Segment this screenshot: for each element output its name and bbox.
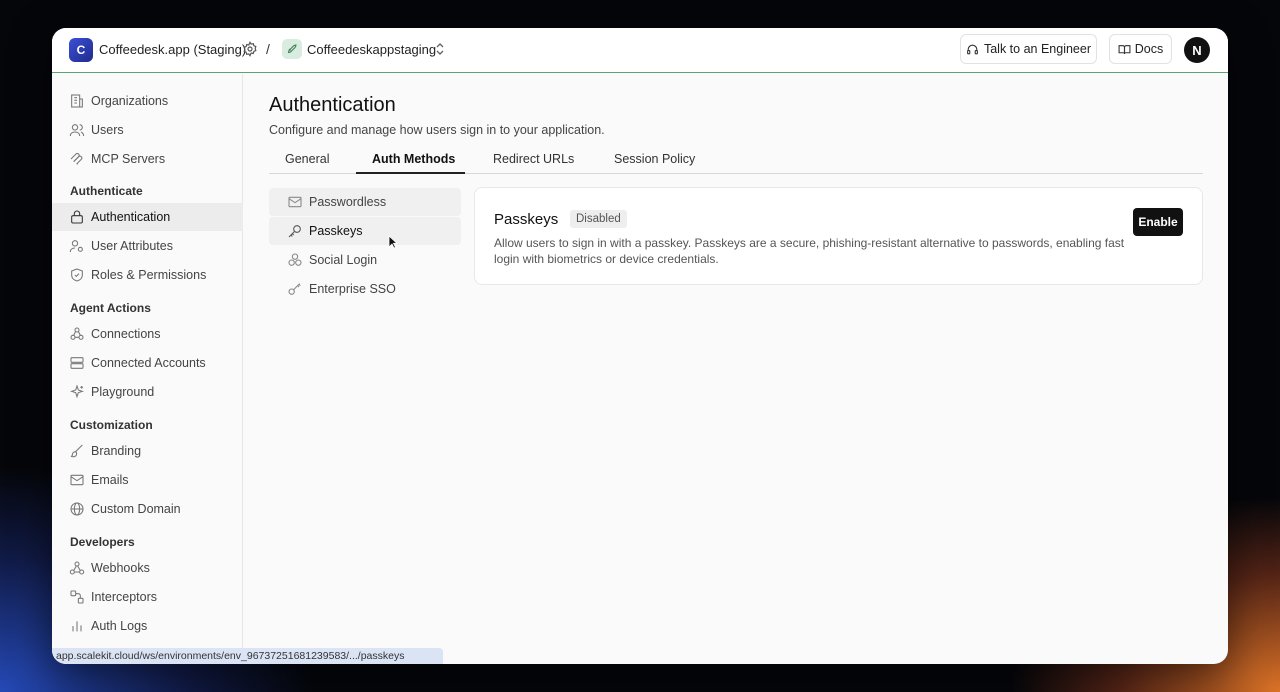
sidebar-item-authentication[interactable]: Authentication	[52, 203, 243, 231]
page-subtitle: Configure and manage how users sign in t…	[269, 123, 605, 137]
method-label: Enterprise SSO	[309, 282, 396, 296]
section-customization: Customization	[70, 418, 153, 432]
sidebar-item-label: Roles & Permissions	[91, 268, 207, 282]
sidebar-item-label: Playground	[91, 385, 155, 399]
users-icon	[69, 122, 85, 138]
status-bar-url: app.scalekit.cloud/ws/environments/env_9…	[52, 648, 443, 664]
method-label: Social Login	[309, 253, 378, 267]
mcp-icon	[69, 151, 85, 167]
card-description: Allow users to sign in with a passkey. P…	[494, 236, 1125, 266]
sidebar-item-emails[interactable]: Emails	[52, 466, 243, 494]
method-passwordless[interactable]: Passwordless	[269, 188, 461, 216]
org-avatar[interactable]: C	[69, 38, 93, 62]
sidebar-item-users[interactable]: Users	[52, 116, 243, 144]
book-icon	[1118, 43, 1131, 56]
sidebar-item-label: Webhooks	[91, 561, 150, 575]
sidebar-item-label: Branding	[91, 444, 142, 458]
method-label: Passwordless	[309, 195, 387, 209]
org-name[interactable]: Coffeedesk.app (Staging)	[99, 42, 246, 57]
talk-label: Talk to an Engineer	[983, 42, 1091, 56]
sidebar-item-label: User Attributes	[91, 239, 173, 253]
headset-icon	[966, 43, 979, 56]
mail-icon	[287, 194, 303, 210]
status-badge: Disabled	[570, 210, 627, 228]
bar-chart-icon	[69, 618, 85, 634]
method-social-login[interactable]: Social Login	[269, 246, 461, 274]
user-attributes-icon	[69, 238, 85, 254]
sidebar-item-label: Connections	[91, 327, 161, 341]
tab-general[interactable]: General	[285, 152, 329, 166]
tab-auth-methods[interactable]: Auth Methods	[372, 152, 455, 166]
method-enterprise-sso[interactable]: Enterprise SSO	[269, 275, 461, 303]
sidebar-item-label: Users	[91, 123, 124, 137]
docs-button[interactable]: Docs	[1109, 34, 1172, 64]
sidebar-item-branding[interactable]: Branding	[52, 437, 243, 465]
sidebar-item-label: Interceptors	[91, 590, 158, 604]
method-passkeys[interactable]: Passkeys	[269, 217, 461, 245]
sidebar-item-playground[interactable]: Playground	[52, 378, 243, 406]
sidebar-item-label: Emails	[91, 473, 129, 487]
passkeys-card: Passkeys Disabled Allow users to sign in…	[474, 187, 1203, 285]
enable-button[interactable]: Enable	[1133, 208, 1183, 236]
social-icon	[287, 252, 303, 268]
docs-label: Docs	[1134, 42, 1164, 56]
section-developers: Developers	[70, 535, 135, 549]
section-authenticate: Authenticate	[70, 184, 143, 198]
globe-icon	[69, 501, 85, 517]
tab-bar: General Auth Methods Redirect URLs Sessi…	[269, 146, 1203, 174]
rocket-icon	[282, 39, 302, 59]
key-icon	[287, 223, 303, 239]
connections-icon	[69, 326, 85, 342]
sidebar-item-auth-logs[interactable]: Auth Logs	[52, 612, 243, 640]
sidebar-item-custom-domain[interactable]: Custom Domain	[52, 495, 243, 523]
sidebar-item-connected-accounts[interactable]: Connected Accounts	[52, 349, 243, 377]
webhook-icon	[69, 560, 85, 576]
lock-icon	[69, 209, 85, 225]
environment-name[interactable]: Coffeedeskappstaging	[307, 42, 436, 57]
tab-redirect-urls[interactable]: Redirect URLs	[493, 152, 574, 166]
sidebar-item-interceptors[interactable]: Interceptors	[52, 583, 243, 611]
tab-session-policy[interactable]: Session Policy	[614, 152, 695, 166]
sidebar-item-label: Connected Accounts	[91, 356, 206, 370]
sidebar-item-label: Auth Logs	[91, 619, 148, 633]
sidebar-item-label: Authentication	[91, 210, 171, 224]
sidebar: Organizations Users MCP Servers Authenti…	[52, 74, 243, 664]
sidebar-item-user-attributes[interactable]: User Attributes	[52, 232, 243, 260]
sidebar-item-organizations[interactable]: Organizations	[52, 87, 243, 115]
interceptor-icon	[69, 589, 85, 605]
gear-icon[interactable]	[242, 41, 258, 57]
sparkle-icon	[69, 384, 85, 400]
server-icon	[69, 355, 85, 371]
user-avatar[interactable]: N	[1184, 37, 1210, 63]
top-bar: C Coffeedesk.app (Staging) / Coffeedeska…	[52, 28, 1228, 73]
brush-icon	[69, 443, 85, 459]
mail-icon	[69, 472, 85, 488]
sidebar-item-label: MCP Servers	[91, 152, 166, 166]
active-tab-indicator	[356, 172, 465, 174]
sidebar-item-mcp-servers[interactable]: MCP Servers	[52, 145, 243, 173]
section-agent-actions: Agent Actions	[70, 301, 151, 315]
sso-key-icon	[287, 281, 303, 297]
shield-icon	[69, 267, 85, 283]
mouse-cursor-icon	[388, 235, 398, 249]
chevron-up-down-icon[interactable]	[435, 42, 445, 56]
sidebar-item-roles-permissions[interactable]: Roles & Permissions	[52, 261, 243, 289]
talk-to-engineer-button[interactable]: Talk to an Engineer	[960, 34, 1097, 64]
app-window: C Coffeedesk.app (Staging) / Coffeedeska…	[52, 28, 1228, 664]
breadcrumb-separator: /	[266, 41, 270, 57]
sidebar-item-webhooks[interactable]: Webhooks	[52, 554, 243, 582]
method-label: Passkeys	[309, 224, 363, 238]
sidebar-item-label: Custom Domain	[91, 502, 181, 516]
building-icon	[69, 93, 85, 109]
page-title: Authentication	[269, 94, 396, 116]
sidebar-item-connections[interactable]: Connections	[52, 320, 243, 348]
sidebar-item-label: Organizations	[91, 94, 169, 108]
card-title: Passkeys	[494, 211, 559, 228]
